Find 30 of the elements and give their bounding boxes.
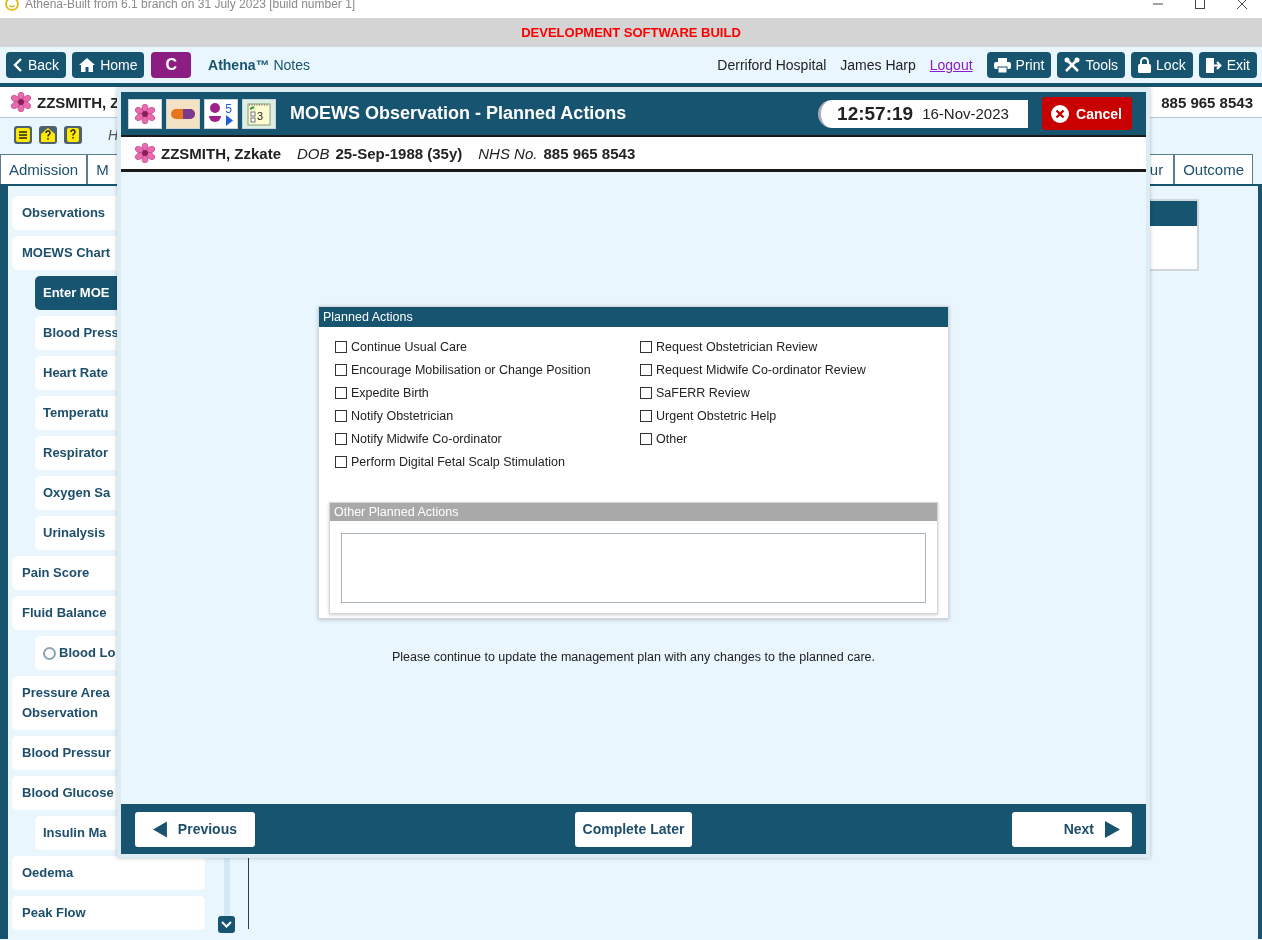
date-text: 16-Nov-2023 <box>922 105 1009 122</box>
checkbox-label: Other <box>656 431 688 446</box>
badge-count: 3 <box>256 109 263 122</box>
time-text: 12:57:19 <box>837 102 914 125</box>
nhs-label: NHS No. <box>478 144 538 162</box>
app-title: Athena™ Notes <box>208 57 310 73</box>
dialog-title: MOEWS Observation - Planned Actions <box>290 103 627 124</box>
checkbox-label: Notify Obstetrician <box>351 408 454 423</box>
checkbox-label: Request Obstetrician Review <box>656 339 818 354</box>
checkbox-label: Expedite Birth <box>351 385 429 400</box>
user-name: James Harp <box>840 57 916 73</box>
info-text: Please continue to update the management plan with any changes to the planned care. <box>392 650 875 664</box>
group-title: Other Planned Actions <box>330 503 937 521</box>
panel-title: Planned Actions <box>319 307 948 327</box>
dob-value: 25-Sep-1988 (35y) <box>335 144 463 162</box>
checkbox-label: Notify Midwife Co-ordinator <box>351 431 502 446</box>
checkbox-label: Request Midwife Co-ordinator Review <box>656 362 866 377</box>
nhs-number: 885 965 8543 <box>1161 93 1253 111</box>
build-label: DEVELOPMENT SOFTWARE BUILD <box>521 25 741 40</box>
checkbox-label: Encourage Mobilisation or Change Position <box>351 362 591 377</box>
checkbox-label: Continue Usual Care <box>351 339 468 354</box>
checkbox-label: SaFERR Review <box>656 385 750 400</box>
dob-label: DOB <box>297 144 330 162</box>
checkbox-label: Urgent Obstetric Help <box>656 408 777 423</box>
badge-count: 5 <box>225 101 232 116</box>
nhs-value: 885 965 8543 <box>543 144 636 162</box>
hospital-name: Derriford Hospital <box>717 57 827 73</box>
checkbox-label: Perform Digital Fetal Scalp Stimulation <box>351 454 565 469</box>
patient-name: ZZSMITH, Zzkate <box>161 144 281 162</box>
window-title: Athena-Built from 6.1 branch on 31 July 2023 [build number 1] <box>25 0 356 11</box>
